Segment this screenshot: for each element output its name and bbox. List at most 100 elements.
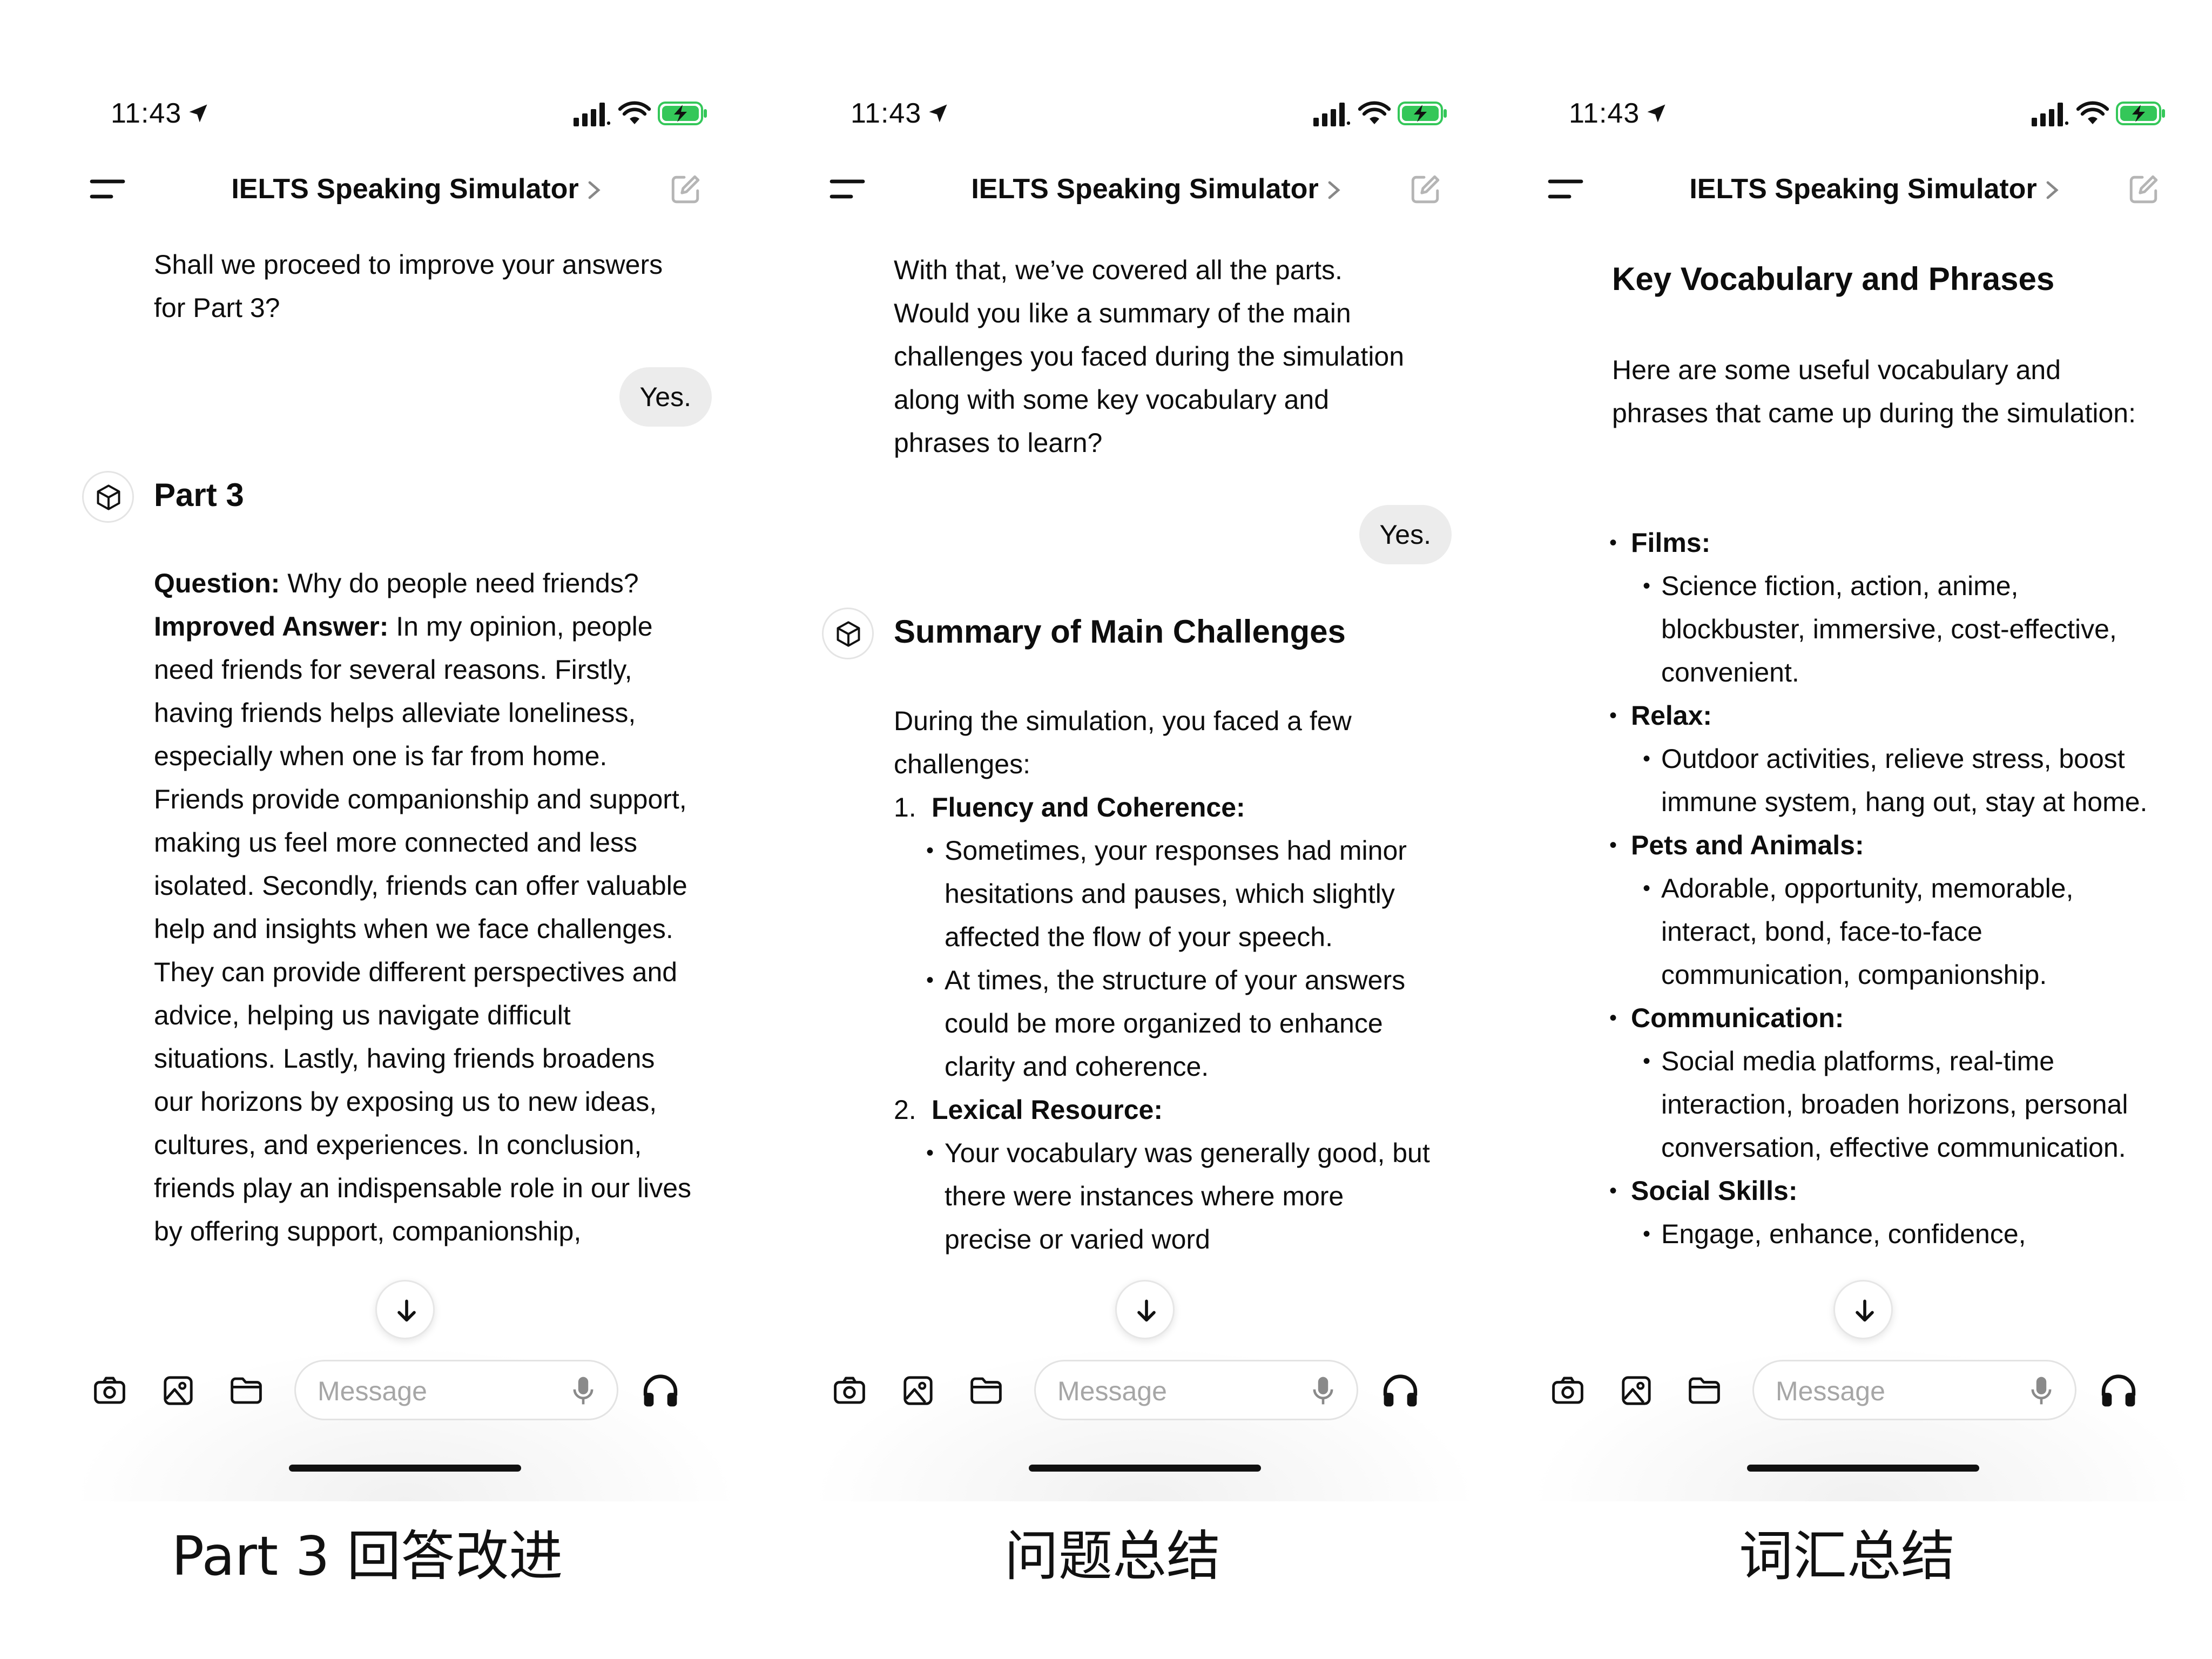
home-indicator: [289, 1465, 521, 1472]
location-arrow-icon: [929, 104, 947, 123]
composer: Message: [1528, 1345, 2198, 1501]
headphones-icon[interactable]: [640, 1371, 681, 1410]
screen-part3-improvement: 11:43 IELTS Speaking Simulator Shall we …: [70, 0, 740, 1501]
microphone-icon[interactable]: [1308, 1374, 1338, 1407]
cellular-signal-icon: [2032, 103, 2068, 126]
composer: Message: [810, 1345, 1480, 1501]
nav-bar: IELTS Speaking Simulator: [70, 162, 740, 216]
microphone-icon[interactable]: [2026, 1374, 2056, 1407]
message-heading: Part 3: [154, 477, 244, 513]
chat-title[interactable]: IELTS Speaking Simulator: [1528, 173, 2198, 205]
headphones-icon[interactable]: [2098, 1371, 2139, 1410]
list-item: Science fiction, action, anime, blockbus…: [1643, 564, 2155, 694]
list-item: Adorable, opportunity, memorable, intera…: [1643, 867, 2155, 996]
topic-title: Films:: [1631, 528, 1711, 558]
wifi-icon: [1358, 101, 1391, 124]
camera-icon[interactable]: [1550, 1373, 1586, 1408]
assistant-avatar: [822, 608, 874, 659]
vocabulary-topic: Social Skills: Engage, enhance, confiden…: [1609, 1169, 2155, 1256]
folder-icon[interactable]: [1687, 1373, 1722, 1408]
vocabulary-intro: Here are some useful vocabulary and phra…: [1612, 355, 2136, 428]
new-chat-icon[interactable]: [2127, 173, 2160, 206]
folder-icon[interactable]: [228, 1373, 264, 1408]
challenge-item: 2. Lexical Resource: Your vocabulary was…: [894, 1088, 1434, 1261]
scroll-down-button[interactable]: [1115, 1280, 1175, 1339]
battery-charging-icon: [658, 102, 707, 125]
chevron-right-icon[interactable]: [2046, 180, 2059, 200]
topic-points: Adorable, opportunity, memorable, intera…: [1643, 867, 2155, 996]
scroll-down-button[interactable]: [375, 1280, 435, 1339]
cellular-signal-icon: [1313, 103, 1350, 126]
list-item: Your vocabulary was generally good, but …: [926, 1131, 1434, 1261]
question-text: Why do people need friends?: [287, 568, 639, 598]
topic-title: Communication:: [1631, 1003, 1844, 1033]
chevron-right-icon[interactable]: [588, 180, 601, 200]
chevron-right-icon[interactable]: [1327, 180, 1340, 200]
list-item: At times, the structure of your answers …: [926, 959, 1434, 1088]
assistant-message: Shall we proceed to improve your answers…: [154, 249, 663, 323]
topic-points: Science fiction, action, anime, blockbus…: [1643, 564, 2155, 694]
challenge-item: 1. Fluency and Coherence: Sometimes, you…: [894, 786, 1434, 1088]
photo-library-icon[interactable]: [900, 1373, 936, 1408]
challenges-list: 1. Fluency and Coherence: Sometimes, you…: [894, 786, 1434, 1261]
vocabulary-topic: Films: Science fiction, action, anime, b…: [1609, 521, 2155, 694]
status-bar: 11:43: [1528, 92, 2198, 140]
composer: Message: [70, 1345, 740, 1501]
caption-part3: Part 3 回答改进: [171, 1525, 563, 1588]
status-bar: 11:43: [810, 92, 1480, 140]
photo-library-icon[interactable]: [160, 1373, 196, 1408]
message-placeholder: Message: [1776, 1376, 1885, 1406]
location-arrow-icon: [1647, 104, 1665, 123]
battery-charging-icon: [2116, 102, 2165, 125]
wifi-icon: [2076, 101, 2109, 124]
message-input[interactable]: Message: [1752, 1360, 2076, 1420]
screen-vocabulary-summary: 11:43 IELTS Speaking Simulator Key Vocab…: [1528, 0, 2198, 1501]
new-chat-icon[interactable]: [669, 173, 702, 206]
wifi-icon: [618, 101, 651, 124]
status-bar: 11:43: [70, 92, 740, 140]
message-placeholder: Message: [1057, 1376, 1167, 1406]
scroll-down-button[interactable]: [1833, 1280, 1893, 1339]
vocabulary-topic: Communication: Social media platforms, r…: [1609, 996, 2155, 1169]
cube-icon: [97, 484, 120, 510]
chat-content: With that, we’ve covered all the parts. …: [810, 232, 1480, 1345]
chat-title[interactable]: IELTS Speaking Simulator: [70, 173, 740, 205]
nav-bar: IELTS Speaking Simulator: [1528, 162, 2198, 216]
summary-intro: During the simulation, you faced a few c…: [894, 706, 1352, 779]
camera-icon[interactable]: [832, 1373, 867, 1408]
item-title: Fluency and Coherence:: [932, 792, 1245, 822]
microphone-icon[interactable]: [568, 1374, 598, 1407]
caption-challenges: 问题总结: [1004, 1525, 1220, 1588]
message-input[interactable]: Message: [294, 1360, 618, 1420]
arrow-down-icon: [1856, 1299, 1874, 1322]
new-chat-icon[interactable]: [1408, 173, 1442, 206]
message-placeholder: Message: [318, 1376, 427, 1406]
vocabulary-list: Films: Science fiction, action, anime, b…: [1609, 521, 2155, 1256]
user-message: Yes.: [1359, 505, 1452, 564]
status-time: 11:43: [111, 98, 182, 129]
vocabulary-topic: Relax: Outdoor activities, relieve stres…: [1609, 694, 2155, 824]
list-item: Outdoor activities, relieve stress, boos…: [1643, 737, 2155, 824]
caption-vocabulary: 词汇总结: [1739, 1525, 1955, 1588]
folder-icon[interactable]: [968, 1373, 1004, 1408]
answer-text: In my opinion, people need friends for s…: [154, 611, 692, 1246]
battery-charging-icon: [1398, 102, 1447, 125]
camera-icon[interactable]: [92, 1373, 127, 1408]
question-label: Question:: [154, 568, 280, 598]
chat-title[interactable]: IELTS Speaking Simulator: [810, 173, 1480, 205]
topic-points: Social media platforms, real-time intera…: [1643, 1040, 2155, 1169]
topic-title: Relax:: [1631, 700, 1712, 731]
message-heading: Summary of Main Challenges: [894, 613, 1346, 650]
status-time: 11:43: [851, 98, 922, 129]
user-message: Yes.: [619, 367, 712, 427]
topic-points: Outdoor activities, relieve stress, boos…: [1643, 737, 2155, 824]
list-item: Engage, enhance, confidence,: [1643, 1212, 2155, 1256]
photo-library-icon[interactable]: [1618, 1373, 1654, 1408]
message-input[interactable]: Message: [1034, 1360, 1358, 1420]
headphones-icon[interactable]: [1380, 1371, 1421, 1410]
improved-answer: Question: Why do people need friends? Im…: [154, 562, 694, 1253]
arrow-down-icon: [397, 1299, 416, 1322]
home-indicator: [1029, 1465, 1261, 1472]
assistant-avatar: [82, 471, 134, 523]
item-number: 2.: [894, 1095, 916, 1125]
